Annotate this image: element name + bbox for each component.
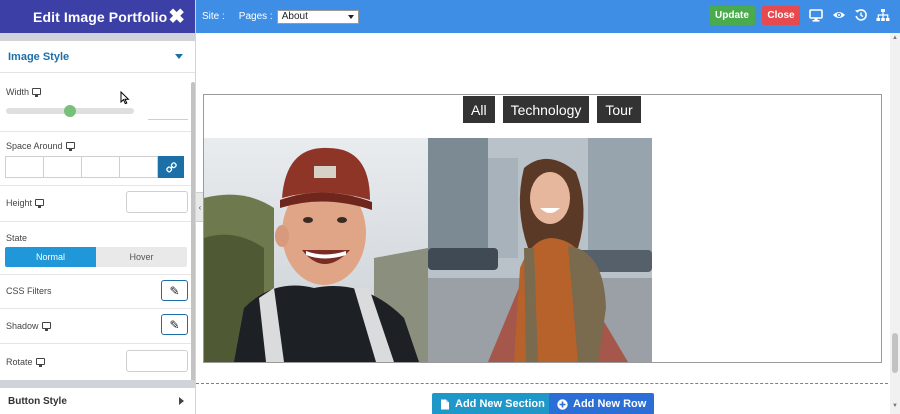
file-icon — [441, 399, 449, 409]
space-right-input[interactable] — [43, 156, 82, 178]
filter-all-button[interactable]: All — [463, 96, 495, 123]
width-slider[interactable] — [6, 105, 134, 117]
state-label-row: State — [6, 233, 27, 243]
space-top-input[interactable] — [5, 156, 44, 178]
plus-circle-icon — [557, 398, 568, 410]
section-separator — [0, 33, 195, 41]
rotate-label: Rotate — [6, 357, 33, 367]
scroll-down-icon[interactable]: ▼ — [892, 403, 898, 409]
sitemap-icon[interactable] — [876, 8, 890, 22]
link-icon — [165, 161, 177, 172]
pages-label: Pages : — [238, 11, 273, 22]
add-new-row-label: Add New Row — [573, 398, 647, 410]
css-filters-edit-button[interactable]: ✎ — [161, 280, 188, 301]
shadow-label-row: Shadow — [6, 321, 51, 331]
space-around-label-row: Space Around — [6, 141, 75, 151]
css-filters-label-row: CSS Filters — [6, 286, 52, 296]
state-hover-button[interactable]: Hover — [96, 247, 187, 267]
filter-technology-button[interactable]: Technology — [502, 96, 590, 123]
height-label-row: Height — [6, 198, 45, 208]
caret-right-icon — [179, 397, 184, 405]
update-button[interactable]: Update — [709, 6, 755, 25]
portfolio-image-selfie-man[interactable] — [204, 138, 428, 362]
eye-icon[interactable] — [832, 8, 846, 22]
panel-scrollbar[interactable] — [191, 82, 195, 382]
canvas-scroll-thumb[interactable] — [892, 333, 898, 373]
button-style-header[interactable]: Button Style — [0, 388, 195, 414]
height-input[interactable] — [126, 191, 188, 213]
close-button[interactable]: Close — [762, 6, 800, 25]
shadow-edit-button[interactable]: ✎ — [161, 314, 188, 335]
desktop-icon[interactable] — [65, 141, 75, 151]
image-portfolio-widget[interactable]: All Technology Tour — [203, 94, 882, 363]
divider — [0, 185, 191, 186]
space-around-inputs — [5, 156, 184, 178]
filter-tour-button[interactable]: Tour — [597, 96, 641, 123]
close-panel-icon[interactable]: ✖ — [168, 7, 185, 27]
width-value-input[interactable] — [148, 119, 188, 120]
divider — [0, 274, 191, 275]
panel-title: Edit Image Portfolio — [33, 8, 168, 25]
width-label-row: Width — [6, 87, 42, 97]
scroll-up-icon[interactable]: ▲ — [892, 35, 898, 41]
link-values-button[interactable] — [158, 156, 184, 178]
pages-select-value: About — [281, 11, 308, 22]
pencil-icon: ✎ — [169, 317, 180, 332]
space-bottom-input[interactable] — [81, 156, 120, 178]
caret-down-icon — [175, 54, 183, 59]
divider — [0, 221, 191, 222]
panel-header: Edit Image Portfolio ✖ — [0, 0, 195, 33]
editor-panel: Edit Image Portfolio ✖ Image Style Width… — [0, 0, 196, 414]
pencil-icon: ✎ — [169, 283, 180, 298]
portfolio-filter-bar: All Technology Tour — [463, 96, 641, 123]
pages-select[interactable]: About — [276, 9, 359, 24]
portfolio-image-woman-backpack[interactable] — [428, 138, 652, 362]
space-left-input[interactable] — [119, 156, 158, 178]
mouse-cursor-icon — [120, 91, 130, 105]
add-new-area: Add New Section Add New Row — [196, 383, 888, 414]
chevron-down-icon — [347, 14, 354, 19]
state-normal-button[interactable]: Normal — [5, 247, 96, 267]
rotate-input[interactable] — [126, 350, 188, 372]
desktop-icon[interactable] — [32, 87, 42, 97]
site-label[interactable]: Site : — [202, 11, 225, 22]
history-icon[interactable] — [854, 8, 868, 22]
chevron-left-icon: ‹ — [198, 202, 202, 212]
add-new-section-button[interactable]: Add New Section — [432, 393, 553, 414]
space-around-label: Space Around — [6, 141, 63, 151]
css-filters-label: CSS Filters — [6, 286, 52, 296]
desktop-icon[interactable] — [41, 321, 51, 331]
image-style-title: Image Style — [8, 50, 70, 63]
top-toolbar: Site : Pages : About Update Close — [196, 0, 900, 33]
width-slider-thumb[interactable] — [64, 105, 76, 117]
desktop-icon[interactable] — [35, 198, 45, 208]
desktop-icon[interactable] — [35, 357, 45, 367]
state-toggle: Normal Hover — [5, 247, 187, 267]
add-new-section-label: Add New Section — [455, 398, 545, 410]
desktop-icon[interactable] — [809, 8, 823, 22]
add-new-row-button[interactable]: Add New Row — [549, 393, 655, 414]
button-style-title: Button Style — [8, 395, 67, 407]
shadow-label: Shadow — [6, 321, 39, 331]
divider — [0, 343, 191, 344]
section-separator — [0, 380, 195, 388]
image-style-header[interactable]: Image Style — [0, 41, 195, 73]
canvas-scrollbar[interactable] — [890, 33, 900, 414]
state-label: State — [6, 233, 28, 243]
width-label: Width — [6, 87, 30, 97]
height-label: Height — [6, 198, 33, 208]
rotate-label-row: Rotate — [6, 357, 45, 367]
divider — [0, 131, 191, 132]
divider — [0, 308, 191, 309]
